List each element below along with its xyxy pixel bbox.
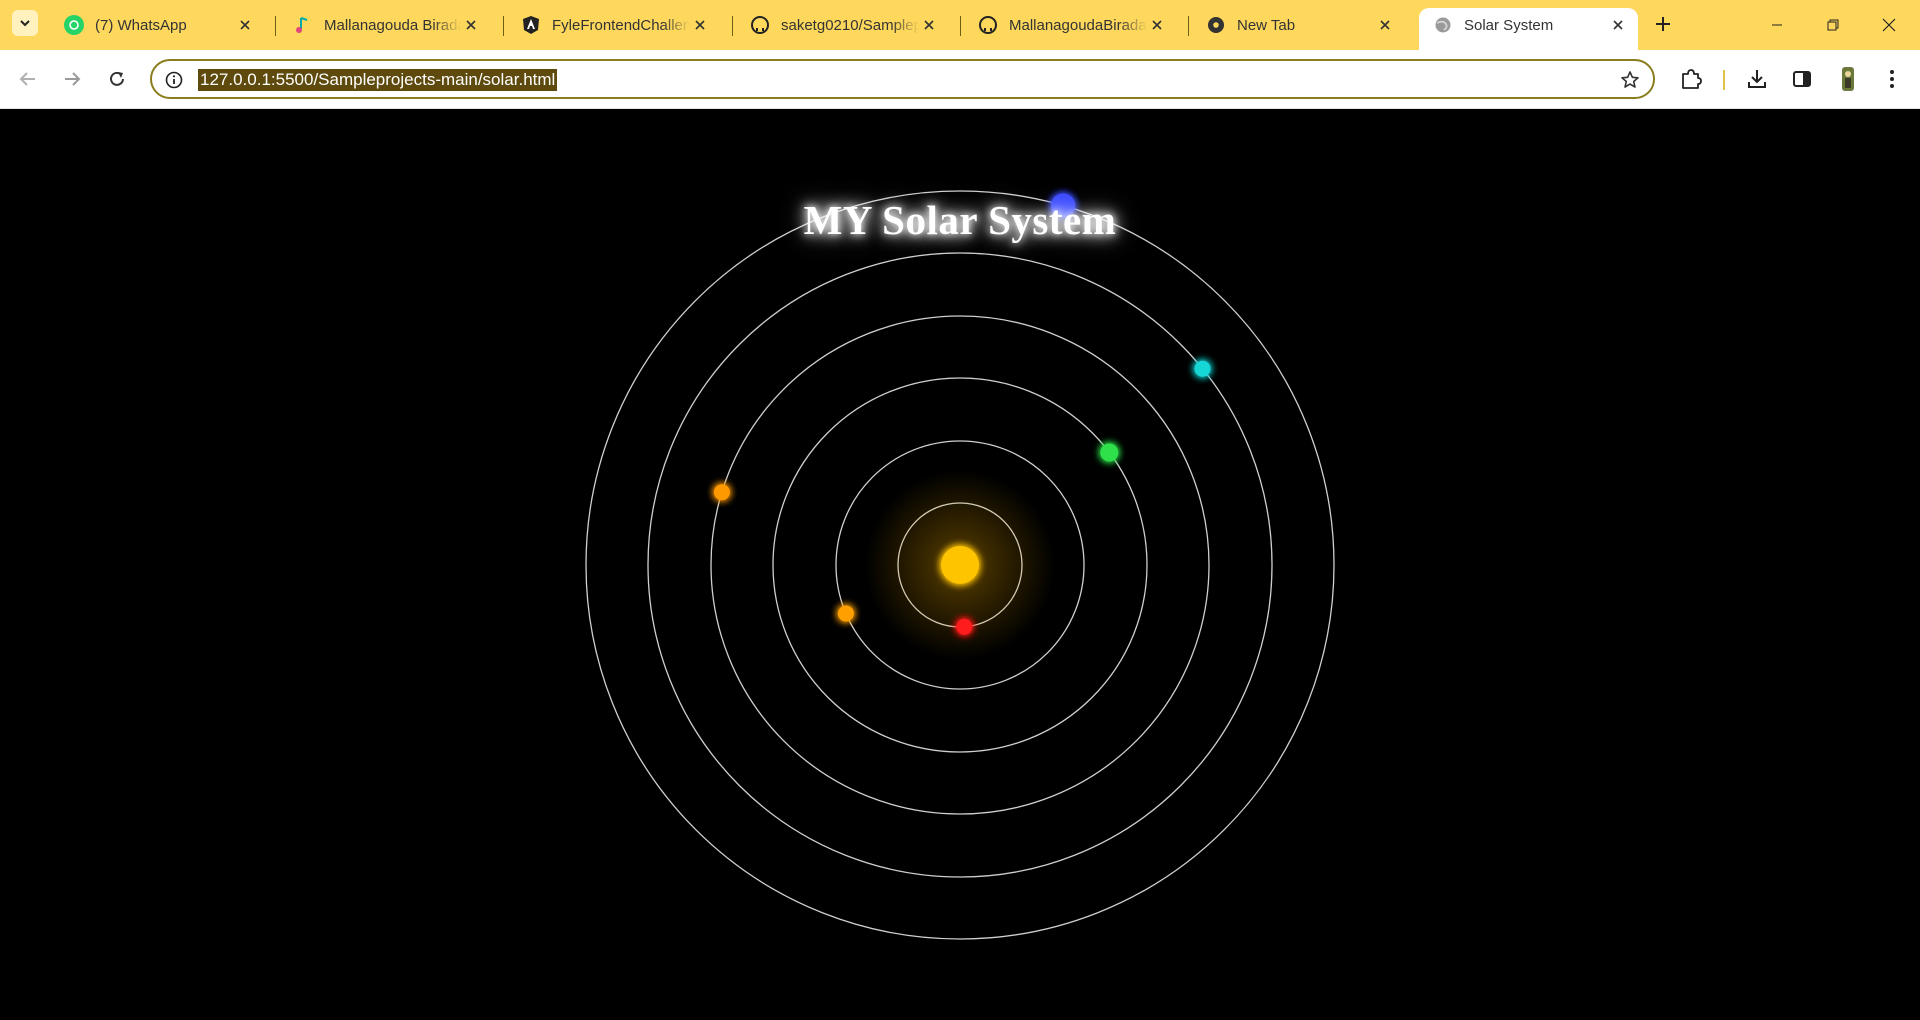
solar-system-canvas	[585, 190, 1335, 940]
tab-fyle[interactable]: FyleFrontendChalleng	[507, 8, 720, 42]
tab-title: FyleFrontendChalleng	[552, 16, 690, 34]
chevron-down-icon	[20, 20, 30, 27]
tab-divider	[960, 16, 961, 36]
whatsapp-icon	[64, 15, 84, 35]
tab-solar-system[interactable]: Solar System	[1419, 8, 1638, 50]
tab-divider	[503, 16, 504, 36]
close-icon[interactable]	[1147, 15, 1167, 35]
url-text[interactable]: 127.0.0.1:5500/Sampleprojects-main/solar…	[198, 69, 558, 91]
close-icon[interactable]	[235, 15, 255, 35]
planet-orange-inner	[837, 605, 854, 622]
tab-title: MallanagoudaBirada	[1009, 16, 1147, 34]
github-icon	[750, 15, 770, 35]
close-icon[interactable]	[690, 15, 710, 35]
planet-red	[956, 618, 973, 635]
forward-button[interactable]	[56, 63, 88, 95]
globe-icon	[1433, 15, 1453, 35]
tab-new-tab[interactable]: New Tab	[1192, 8, 1405, 42]
tab-whatsapp[interactable]: (7) WhatsApp	[50, 8, 265, 42]
kebab-menu-icon	[1890, 70, 1894, 88]
browser-toolbar: 127.0.0.1:5500/Sampleprojects-main/solar…	[0, 50, 1920, 109]
tab-search-button[interactable]	[12, 10, 38, 36]
tab-strip: (7) WhatsApp Mallanagouda Birada FyleFro…	[0, 0, 1920, 50]
angular-icon	[521, 15, 541, 35]
back-button[interactable]	[12, 63, 44, 95]
download-icon	[1748, 70, 1766, 88]
toolbar-divider	[1723, 70, 1725, 90]
menu-button[interactable]	[1878, 65, 1906, 93]
close-icon[interactable]	[461, 15, 481, 35]
page-title: MY Solar System	[803, 197, 1117, 243]
close-icon[interactable]	[919, 15, 939, 35]
chrome-icon	[1206, 15, 1226, 35]
restore-icon	[1827, 19, 1839, 31]
close-icon	[1882, 18, 1896, 32]
tab-title: New Tab	[1237, 16, 1296, 34]
music-note-icon	[293, 15, 313, 35]
back-arrow-icon	[19, 72, 35, 86]
tab-github-mallanagouda[interactable]: MallanagoudaBirada	[964, 8, 1177, 42]
close-icon[interactable]	[1375, 15, 1395, 35]
github-icon	[978, 15, 998, 35]
sun-body	[941, 546, 979, 584]
planet-green	[1100, 443, 1119, 462]
plus-icon	[1656, 17, 1670, 31]
window-close-button[interactable]	[1866, 8, 1912, 42]
reload-button[interactable]	[101, 63, 133, 95]
avatar	[1842, 67, 1854, 91]
tab-mallanagouda[interactable]: Mallanagouda Birada	[279, 8, 491, 42]
bookmark-star-icon[interactable]	[1619, 69, 1641, 91]
tab-title: (7) WhatsApp	[95, 16, 187, 34]
puzzle-icon	[1682, 69, 1702, 89]
side-panel-icon	[1793, 71, 1811, 87]
page-viewport: MY Solar System	[0, 109, 1920, 1020]
downloads-button[interactable]	[1743, 65, 1771, 93]
tab-divider	[275, 16, 276, 36]
reload-icon	[110, 71, 124, 86]
extensions-button[interactable]	[1677, 65, 1705, 93]
side-panel-button[interactable]	[1788, 65, 1816, 93]
minimize-icon	[1772, 24, 1782, 26]
info-icon[interactable]	[164, 70, 184, 90]
address-bar[interactable]: 127.0.0.1:5500/Sampleprojects-main/solar…	[150, 59, 1655, 99]
tab-divider	[1188, 16, 1189, 36]
profile-button[interactable]	[1834, 65, 1862, 93]
minimize-button[interactable]	[1754, 8, 1800, 42]
close-icon[interactable]	[1608, 15, 1628, 35]
new-tab-button[interactable]	[1649, 10, 1677, 38]
tab-title: Mallanagouda Birada	[324, 16, 461, 34]
restore-button[interactable]	[1810, 8, 1856, 42]
tab-divider	[732, 16, 733, 36]
planet-orange-outer	[713, 484, 730, 501]
tab-title: saketg0210/Samplep	[781, 16, 919, 34]
forward-arrow-icon	[65, 72, 81, 86]
planet-cyan	[1194, 360, 1211, 377]
tab-title: Solar System	[1464, 16, 1554, 34]
tab-github-samplep[interactable]: saketg0210/Samplep	[736, 8, 949, 42]
